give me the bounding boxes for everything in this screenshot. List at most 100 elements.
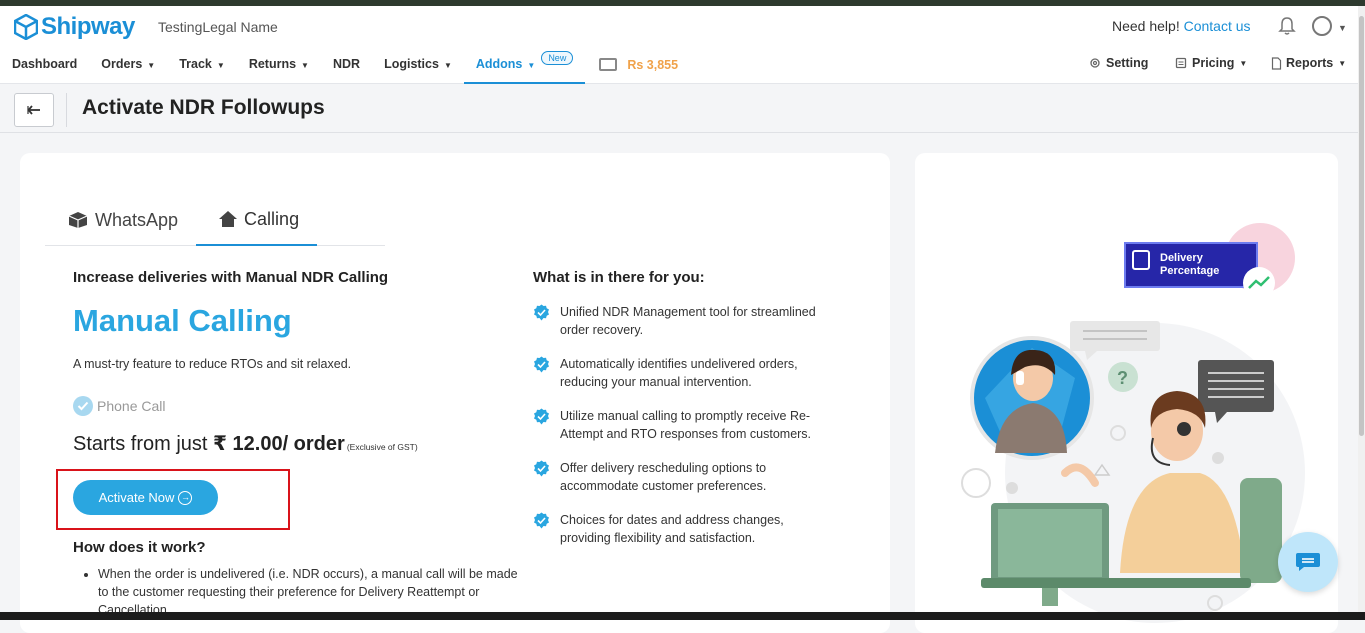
- scrollbar-thumb[interactable]: [1359, 16, 1364, 436]
- nav-label: Setting: [1106, 56, 1149, 70]
- taskbar-strip: [0, 612, 1365, 620]
- benefit-item: Utilize manual calling to promptly recei…: [533, 407, 833, 443]
- tab-calling[interactable]: Calling: [196, 198, 318, 246]
- nav-setting[interactable]: Setting: [1089, 56, 1148, 70]
- back-arrow-icon: [27, 105, 40, 115]
- price-note: (Exclusive of GST): [346, 442, 418, 452]
- card-line2: Percentage: [1160, 265, 1219, 277]
- nav-label: Reports: [1286, 56, 1334, 70]
- divider: [66, 93, 67, 127]
- benefit-text: Utilize manual calling to promptly recei…: [560, 409, 812, 441]
- nav-orders[interactable]: Orders ▼: [89, 54, 167, 84]
- chevron-down-icon[interactable]: ▼: [1338, 23, 1347, 33]
- nav-label: Dashboard: [12, 57, 78, 71]
- question-mark: ?: [1117, 368, 1128, 388]
- nav-label: Returns: [248, 57, 297, 71]
- price-value: ₹ 12.00/ order: [213, 433, 345, 455]
- benefit-text: Unified NDR Management tool for streamli…: [560, 305, 816, 337]
- bell-icon[interactable]: [1278, 16, 1296, 36]
- calling-card: WhatsApp Calling Increase deliveries wit…: [20, 153, 890, 633]
- app-header: Shipway TestingLegal Name Need help! Con…: [0, 6, 1358, 84]
- benefit-item: Choices for dates and address changes, p…: [533, 511, 833, 547]
- verified-badge-icon: [534, 356, 549, 373]
- nav-label: Pricing: [1192, 56, 1235, 70]
- nav-track[interactable]: Track ▼: [167, 54, 237, 84]
- chevron-down-icon: ▼: [147, 61, 156, 70]
- activate-now-button[interactable]: Activate Now →: [73, 480, 218, 515]
- benefit-text: Automatically identifies undelivered ord…: [560, 357, 798, 389]
- illustration-card: Delivery Percentage ?: [915, 153, 1338, 633]
- chevron-down-icon: ▼: [216, 61, 225, 70]
- nav-label: Orders: [101, 57, 143, 71]
- nav-pricing[interactable]: Pricing ▼: [1175, 56, 1247, 70]
- feature-description: A must-try feature to reduce RTOs and si…: [73, 357, 352, 371]
- arrow-right-circle-icon: →: [178, 490, 193, 505]
- tab-whatsapp[interactable]: WhatsApp: [45, 198, 196, 246]
- chat-icon: [1296, 553, 1320, 571]
- button-label: Activate Now: [98, 490, 175, 505]
- card-line1: Delivery: [1160, 252, 1204, 264]
- contact-us-link[interactable]: Contact us: [1184, 18, 1251, 34]
- tag-icon: [1175, 57, 1187, 69]
- document-icon: [1271, 56, 1282, 70]
- wallet-icon: [599, 58, 618, 71]
- nav-dashboard[interactable]: Dashboard: [0, 54, 89, 84]
- box-icon: [68, 212, 88, 228]
- benefit-text: Choices for dates and address changes, p…: [560, 513, 784, 545]
- nav-label: NDR: [332, 57, 361, 71]
- chevron-down-icon: ▼: [527, 61, 536, 70]
- verified-badge-icon: [534, 512, 549, 529]
- help-label: Need help!: [1112, 18, 1180, 34]
- verified-badge-icon: [534, 408, 549, 425]
- price-prefix: Starts from just: [73, 433, 208, 455]
- nav-logistics[interactable]: Logistics ▼: [372, 54, 464, 84]
- support-agent-illustration: Delivery Percentage ?: [961, 223, 1305, 623]
- main-nav: Dashboard Orders ▼ Track ▼ Returns ▼ NDR Lo…: [0, 51, 678, 84]
- logo[interactable]: Shipway: [14, 13, 135, 41]
- home-icon: [219, 211, 238, 227]
- nav-label: Track: [179, 57, 212, 71]
- price-line: Starts from just ₹ 12.00/ order (Exclusiv…: [73, 431, 418, 456]
- nav-label: Logistics: [384, 57, 439, 71]
- user-avatar-icon[interactable]: [1312, 16, 1332, 36]
- benefit-item: Unified NDR Management tool for streamli…: [533, 303, 833, 339]
- nav-returns[interactable]: Returns ▼: [237, 54, 321, 84]
- wallet[interactable]: Rs 3,855: [585, 54, 678, 84]
- feature-label: Phone Call: [97, 398, 166, 414]
- verified-badge-icon: [534, 460, 549, 477]
- channel-tabs: WhatsApp Calling: [45, 198, 385, 246]
- company-name: TestingLegal Name: [158, 19, 278, 35]
- benefit-text: Offer delivery rescheduling options to a…: [560, 461, 767, 493]
- page-header: Activate NDR Followups: [0, 85, 1358, 133]
- card-subtitle: Increase deliveries with Manual NDR Call…: [73, 269, 389, 286]
- help-text: Need help! Contact us: [1112, 18, 1251, 34]
- benefits-list: Unified NDR Management tool for streamli…: [533, 303, 833, 563]
- nav-label: Addons: [475, 57, 523, 71]
- feature-title: Manual Calling: [73, 303, 292, 338]
- feature-phone-call: Phone Call: [73, 396, 166, 416]
- new-badge: New: [541, 51, 574, 65]
- how-it-works-title: How does it work?: [73, 539, 206, 556]
- chevron-down-icon: ▼: [301, 61, 309, 70]
- shipway-logo-icon: [14, 14, 38, 40]
- tab-label: WhatsApp: [95, 209, 179, 230]
- back-button[interactable]: [14, 93, 54, 127]
- benefit-item: Offer delivery rescheduling options to a…: [533, 459, 833, 495]
- brand-name: Shipway: [41, 13, 135, 40]
- wallet-balance: Rs 3,855: [627, 58, 679, 72]
- nav-addons[interactable]: Addons ▼ New: [463, 51, 586, 84]
- nav-ndr[interactable]: NDR: [321, 54, 372, 84]
- chevron-down-icon: ▼: [1239, 58, 1248, 68]
- how-it-works-list: When the order is undelivered (i.e. NDR …: [98, 565, 518, 619]
- list-item: When the order is undelivered (i.e. NDR …: [98, 565, 518, 619]
- chevron-down-icon: ▼: [443, 61, 452, 70]
- chat-button[interactable]: [1278, 532, 1338, 592]
- gear-icon: [1090, 58, 1100, 68]
- verified-badge-icon: [534, 304, 549, 321]
- check-icon: [73, 396, 93, 416]
- benefit-item: Automatically identifies undelivered ord…: [533, 355, 833, 391]
- nav-reports[interactable]: Reports ▼: [1271, 56, 1346, 70]
- page-title: Activate NDR Followups: [82, 96, 325, 119]
- chevron-down-icon: ▼: [1338, 58, 1347, 68]
- tab-label: Calling: [244, 208, 300, 229]
